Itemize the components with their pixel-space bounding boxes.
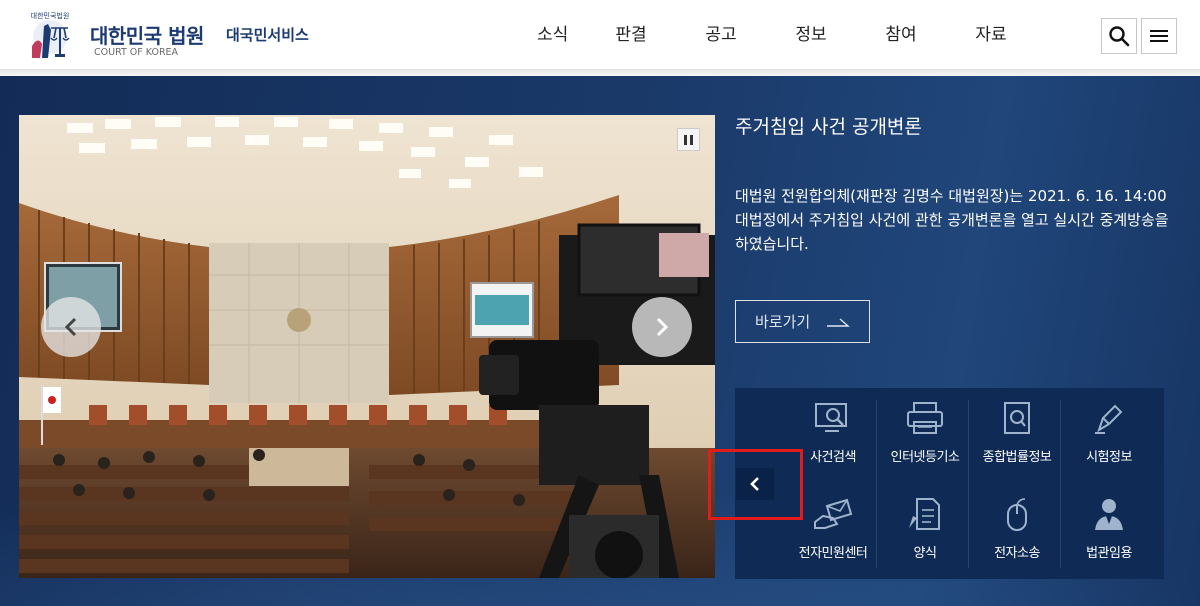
quick-item-label: 전자민원센터 (798, 546, 868, 561)
quick-item-legal-info[interactable]: 종합법률정보 (971, 388, 1063, 480)
slide-prev-button[interactable] (41, 297, 101, 357)
search-icon (1109, 26, 1130, 47)
quick-item-label: 시험정보 (1086, 450, 1132, 465)
main-visual: 주거침입 사건 공개변론 대법원 전원합의체(재판장 김명수 대법원장)는 20… (0, 76, 1200, 606)
magnifier-monitor-icon (815, 403, 847, 432)
quick-item-label: 전자소송 (994, 546, 1040, 561)
pause-icon-bar (684, 134, 687, 145)
quick-item-label: 양식 (913, 546, 937, 561)
quick-item-internet-registry[interactable]: 인터넷등기소 (879, 388, 971, 480)
logo-title: 대한민국 법원 (90, 24, 204, 48)
quick-item-label: 종합법률정보 (982, 450, 1052, 465)
go-link-label: 바로가기 (755, 313, 811, 331)
court-emblem-icon: 대한민국법원 (31, 11, 70, 58)
slide-description: 대법원 전원합의체(재판장 김명수 대법원장)는 2021. 6. 16. 14… (735, 187, 1169, 253)
quick-panel-collapse-button[interactable] (736, 468, 774, 500)
quick-item-judge-appointment[interactable]: 법관임용 (1063, 484, 1155, 576)
pen-nib-icon (1095, 404, 1123, 434)
chevron-left-icon (750, 477, 759, 491)
nav-item-news[interactable]: 소식 (520, 22, 586, 48)
quick-item-forms[interactable]: 양식 (879, 484, 971, 576)
logo-subtitle: COURT OF KOREA (94, 47, 179, 58)
quick-item-label: 법관임용 (1086, 546, 1132, 561)
service-name: 대국민서비스 (226, 26, 309, 44)
judge-person-icon (1095, 499, 1123, 530)
document-pen-icon (909, 498, 940, 530)
quick-item-e-litigation[interactable]: 전자소송 (971, 484, 1063, 576)
nav-item-resources[interactable]: 자료 (946, 22, 1036, 48)
courtroom-photo (19, 115, 715, 578)
mouse-icon (1007, 498, 1027, 531)
search-button[interactable] (1101, 18, 1137, 54)
slide-title: 주거침입 사건 공개변론 (735, 116, 922, 138)
slide-pause-button[interactable] (677, 128, 700, 151)
nav-item-participation[interactable]: 참여 (856, 22, 946, 48)
quick-item-e-civil-center[interactable]: 전자민원센터 (787, 484, 879, 576)
chevron-right-icon (656, 317, 669, 337)
emblem-seal-text: 대한민국법원 (31, 11, 70, 20)
hand-envelope-icon (814, 498, 853, 529)
nav-item-info[interactable]: 정보 (766, 22, 856, 48)
nav-item-rulings[interactable]: 판결 (586, 22, 676, 48)
slide-next-button[interactable] (632, 297, 692, 357)
printer-icon (907, 402, 943, 434)
arrow-right-icon (827, 317, 851, 327)
menu-button[interactable] (1141, 18, 1177, 54)
chevron-left-icon (64, 317, 77, 337)
quick-item-case-search[interactable]: 사건검색 (787, 388, 879, 480)
quick-item-exam-info[interactable]: 시험정보 (1063, 388, 1155, 480)
law-book-search-icon (1004, 402, 1030, 434)
go-link-button[interactable]: 바로가기 (735, 300, 870, 343)
hamburger-menu-icon (1150, 30, 1168, 42)
nav-item-notices[interactable]: 공고 (676, 22, 766, 48)
quick-item-label: 인터넷등기소 (890, 450, 960, 465)
pause-icon-bar (690, 134, 693, 145)
quick-item-label: 사건검색 (810, 450, 856, 465)
quick-service-panel: 사건검색 인터넷등기소 종합법률정보 시험정보 전자민원센터 양식 전자소송 법… (735, 388, 1164, 579)
slide-image (19, 115, 715, 578)
site-header: 대한민국법원 대한민국 법원 COURT OF KOREA 대국민서비스 소식 … (0, 0, 1200, 70)
site-logo[interactable]: 대한민국법원 대한민국 법원 COURT OF KOREA 대국민서비스 (18, 6, 318, 64)
main-navigation: 소식 판결 공고 정보 참여 자료 (520, 22, 1036, 48)
